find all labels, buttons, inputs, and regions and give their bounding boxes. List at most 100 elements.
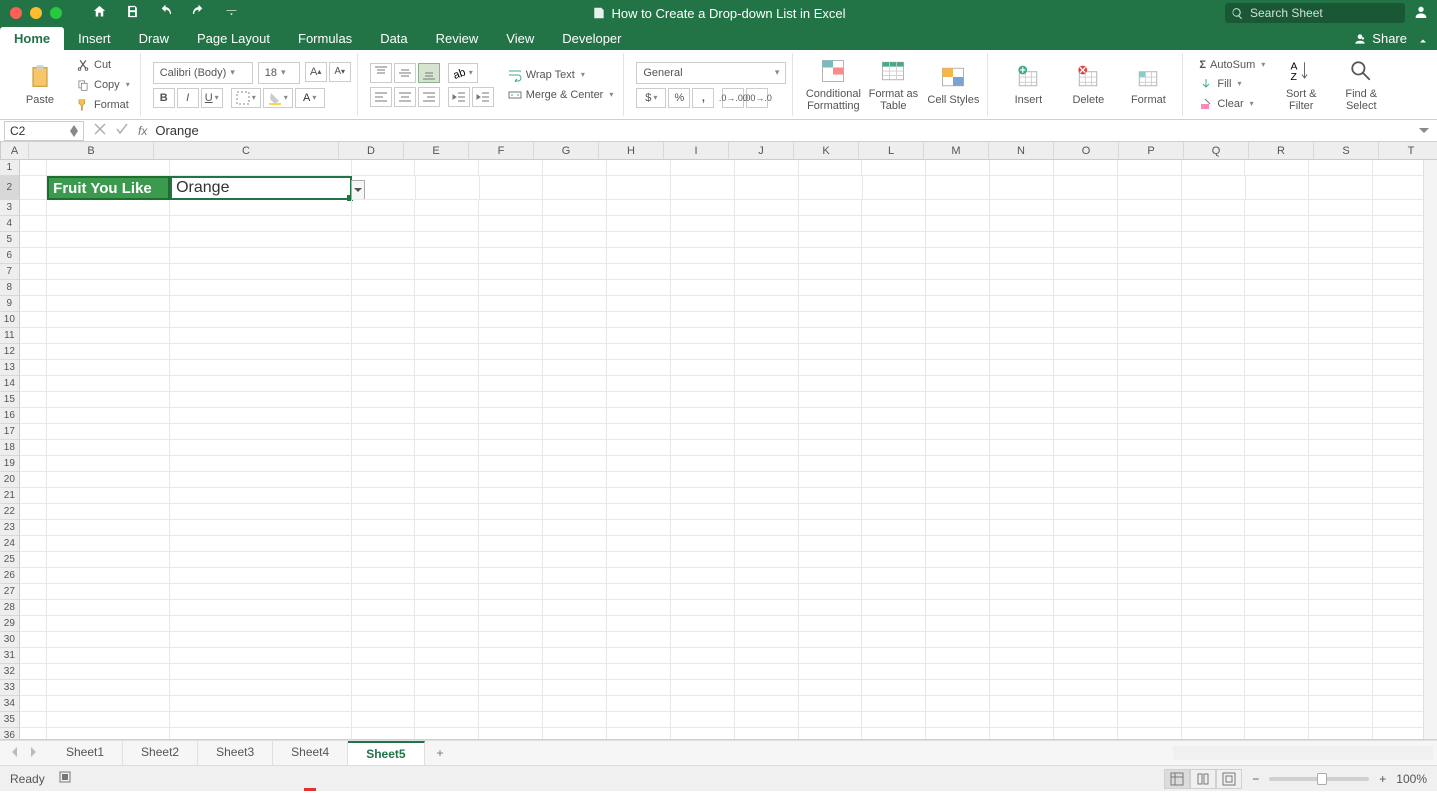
cell-R6[interactable]: [1245, 248, 1309, 264]
cell-A24[interactable]: [20, 536, 48, 552]
tab-insert[interactable]: Insert: [64, 27, 125, 50]
cell-S11[interactable]: [1309, 328, 1373, 344]
cell-O14[interactable]: [1054, 376, 1118, 392]
cell-Q4[interactable]: [1182, 216, 1246, 232]
cell-J11[interactable]: [735, 328, 799, 344]
cell-F20[interactable]: [479, 472, 543, 488]
cell-F33[interactable]: [479, 680, 543, 696]
cell-L20[interactable]: [862, 472, 926, 488]
cell-D36[interactable]: [352, 728, 416, 740]
fill-color-button[interactable]: ▾: [263, 88, 293, 108]
cell-B3[interactable]: [47, 200, 170, 216]
cell-C8[interactable]: [170, 280, 352, 296]
cell-K23[interactable]: [799, 520, 863, 536]
cell-N3[interactable]: [990, 200, 1054, 216]
qat-more-icon[interactable]: [224, 4, 239, 22]
cell-J19[interactable]: [735, 456, 799, 472]
wrap-text-button[interactable]: Wrap Text▾: [504, 66, 618, 84]
cell-G4[interactable]: [543, 216, 607, 232]
cell-D22[interactable]: [352, 504, 416, 520]
cell-P32[interactable]: [1118, 664, 1182, 680]
font-size-select[interactable]: 18▾: [258, 62, 300, 84]
cell-N8[interactable]: [990, 280, 1054, 296]
cell-O31[interactable]: [1054, 648, 1118, 664]
cell-L23[interactable]: [862, 520, 926, 536]
cell-O25[interactable]: [1054, 552, 1118, 568]
cell-R5[interactable]: [1245, 232, 1309, 248]
cell-S7[interactable]: [1309, 264, 1373, 280]
cell-C20[interactable]: [170, 472, 352, 488]
cell-I2[interactable]: [671, 176, 735, 200]
cell-Q8[interactable]: [1182, 280, 1246, 296]
cell-D8[interactable]: [352, 280, 416, 296]
cell-N28[interactable]: [990, 600, 1054, 616]
cell-H2[interactable]: [607, 176, 671, 200]
cell-N13[interactable]: [990, 360, 1054, 376]
cell-H31[interactable]: [607, 648, 671, 664]
col-header-A[interactable]: A: [1, 142, 29, 159]
cell-O18[interactable]: [1054, 440, 1118, 456]
row-header-7[interactable]: 7: [0, 264, 20, 280]
cell-H26[interactable]: [607, 568, 671, 584]
cell-B24[interactable]: [47, 536, 170, 552]
cell-S10[interactable]: [1309, 312, 1373, 328]
cell-R33[interactable]: [1245, 680, 1309, 696]
cell-J9[interactable]: [735, 296, 799, 312]
cell-H5[interactable]: [607, 232, 671, 248]
cell-M7[interactable]: [926, 264, 990, 280]
cell-M30[interactable]: [926, 632, 990, 648]
cell-J32[interactable]: [735, 664, 799, 680]
cell-C19[interactable]: [170, 456, 352, 472]
cell-A13[interactable]: [20, 360, 48, 376]
cell-J4[interactable]: [735, 216, 799, 232]
cell-H6[interactable]: [607, 248, 671, 264]
cell-E15[interactable]: [415, 392, 479, 408]
cell-A9[interactable]: [20, 296, 48, 312]
cell-L5[interactable]: [862, 232, 926, 248]
cell-O32[interactable]: [1054, 664, 1118, 680]
cell-B26[interactable]: [47, 568, 170, 584]
cell-K16[interactable]: [799, 408, 863, 424]
cell-P14[interactable]: [1118, 376, 1182, 392]
copy-button[interactable]: Copy▾: [72, 76, 134, 94]
cell-A1[interactable]: [20, 160, 48, 176]
enter-formula-icon[interactable]: [116, 123, 128, 138]
cell-P16[interactable]: [1118, 408, 1182, 424]
cell-S27[interactable]: [1309, 584, 1373, 600]
cell-E14[interactable]: [415, 376, 479, 392]
cell-J21[interactable]: [735, 488, 799, 504]
cell-Q16[interactable]: [1182, 408, 1246, 424]
cell-S15[interactable]: [1309, 392, 1373, 408]
cell-I5[interactable]: [671, 232, 735, 248]
cell-P9[interactable]: [1118, 296, 1182, 312]
cell-G9[interactable]: [543, 296, 607, 312]
cell-H18[interactable]: [607, 440, 671, 456]
cell-M18[interactable]: [926, 440, 990, 456]
cell-I13[interactable]: [671, 360, 735, 376]
cell-K22[interactable]: [799, 504, 863, 520]
cell-F19[interactable]: [479, 456, 543, 472]
cell-I17[interactable]: [671, 424, 735, 440]
cell-Q18[interactable]: [1182, 440, 1246, 456]
cell-I23[interactable]: [671, 520, 735, 536]
cell-C15[interactable]: [170, 392, 352, 408]
cell-N35[interactable]: [990, 712, 1054, 728]
underline-button[interactable]: U▾: [201, 88, 223, 108]
cell-K5[interactable]: [799, 232, 863, 248]
cell-E8[interactable]: [415, 280, 479, 296]
cell-A10[interactable]: [20, 312, 48, 328]
cell-I16[interactable]: [671, 408, 735, 424]
cell-D2[interactable]: [352, 176, 416, 200]
row-header-11[interactable]: 11: [0, 328, 20, 344]
cell-F31[interactable]: [479, 648, 543, 664]
border-button[interactable]: ▾: [231, 88, 261, 108]
col-header-H[interactable]: H: [599, 142, 664, 159]
cell-N9[interactable]: [990, 296, 1054, 312]
cell-D33[interactable]: [352, 680, 416, 696]
cell-K10[interactable]: [799, 312, 863, 328]
row-header-21[interactable]: 21: [0, 488, 20, 504]
cell-N29[interactable]: [990, 616, 1054, 632]
cell-F10[interactable]: [479, 312, 543, 328]
cell-P30[interactable]: [1118, 632, 1182, 648]
cell-S18[interactable]: [1309, 440, 1373, 456]
